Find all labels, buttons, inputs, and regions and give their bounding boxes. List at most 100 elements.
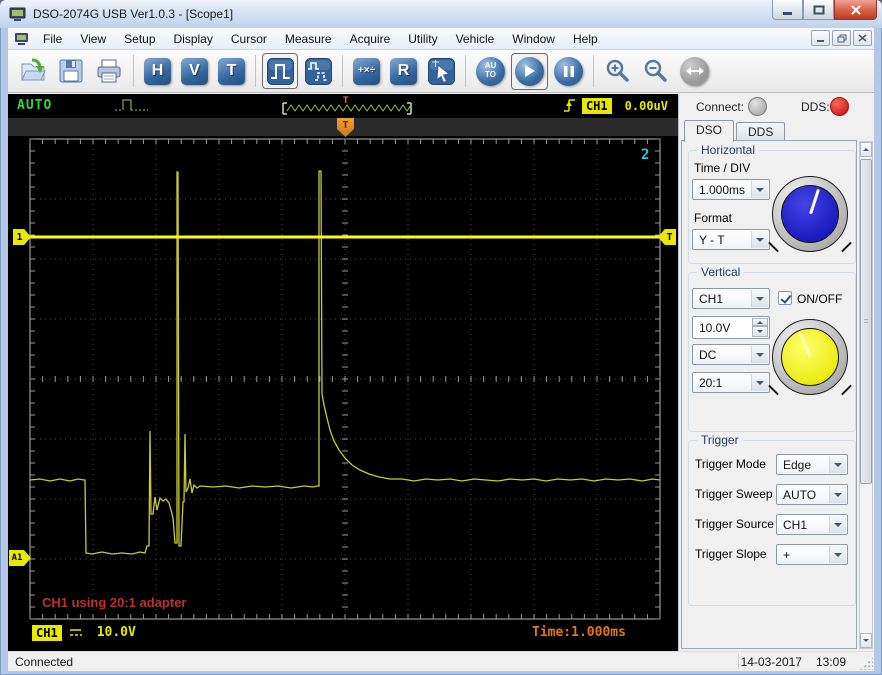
menu-item-view[interactable]: View — [71, 29, 115, 49]
open-button[interactable] — [19, 57, 47, 85]
control-panel: Connect: DDS: DSO DDS Horizontal Time / … — [678, 94, 874, 651]
toolbar-separator — [465, 55, 466, 87]
reference-label: R — [397, 62, 410, 79]
channel-select[interactable]: CH1 — [692, 288, 770, 309]
tab-dds[interactable]: DDS — [736, 122, 786, 141]
trigger-row-label: Trigger Sweep — [695, 487, 773, 501]
menu-item-setup[interactable]: Setup — [115, 29, 164, 49]
connection-status-row: Connect: DDS: — [679, 96, 874, 118]
trigger-readout: CH1 0.00uV — [563, 97, 668, 114]
chevron-down-icon[interactable] — [829, 486, 846, 503]
save-button[interactable] — [57, 57, 85, 85]
chevron-down-icon[interactable] — [829, 456, 846, 473]
rising-edge-icon — [563, 99, 575, 112]
toolbar-separator — [255, 55, 256, 87]
volts-div-stepper[interactable]: 10.0V — [692, 316, 770, 339]
connect-label: Connect: — [696, 100, 745, 114]
waveform-preview-bar[interactable]: T — [274, 95, 420, 116]
resize-grip[interactable] — [860, 657, 873, 670]
probe-ratio-select[interactable]: 20:1 — [692, 372, 770, 393]
chevron-down-icon[interactable] — [829, 516, 846, 533]
mdi-close-button[interactable] — [853, 30, 872, 46]
adapter-note: CH1 using 20:1 adapter — [42, 595, 187, 610]
chevron-down-icon[interactable] — [751, 346, 768, 363]
toolbar-separator — [593, 55, 594, 87]
chevron-down-icon[interactable] — [751, 374, 768, 391]
vertical-setup-button[interactable]: V — [181, 57, 208, 85]
menu-item-file[interactable]: File — [34, 29, 71, 49]
channel-onoff-checkbox[interactable] — [778, 291, 792, 305]
single-pulse-button[interactable] — [266, 57, 294, 85]
chevron-down-icon[interactable] — [751, 290, 768, 307]
toolbar-separator — [133, 55, 134, 87]
print-button[interactable] — [95, 57, 123, 85]
chevron-down-icon[interactable] — [829, 546, 846, 563]
scope-grid-canvas — [8, 118, 678, 620]
minimize-button[interactable] — [772, 0, 803, 20]
document-icon — [15, 32, 28, 45]
vertical-knob[interactable] — [772, 319, 848, 395]
scroll-up-icon[interactable] — [860, 142, 872, 157]
menu-item-display[interactable]: Display — [165, 29, 222, 49]
math-button[interactable]: +×÷ — [353, 57, 380, 85]
close-button[interactable] — [834, 0, 877, 20]
menu-item-vehicle[interactable]: Vehicle — [447, 29, 504, 49]
trigger-source-select[interactable]: CH1 — [776, 514, 848, 535]
trigger-slope-select[interactable]: + — [776, 544, 848, 565]
menu-item-help[interactable]: Help — [564, 29, 607, 49]
mdi-minimize-button[interactable] — [811, 30, 830, 46]
menu-item-utility[interactable]: Utility — [399, 29, 446, 49]
mdi-restore-button[interactable] — [832, 30, 851, 46]
menu-item-cursor[interactable]: Cursor — [222, 29, 276, 49]
menu-bar: File View Setup Display Cursor Measure Acquire… — [8, 28, 874, 50]
math-label: +×÷ — [357, 65, 376, 76]
spin-down-icon[interactable] — [752, 326, 768, 337]
trigger-mode-select[interactable]: Edge — [776, 454, 848, 475]
menu-item-window[interactable]: Window — [503, 29, 564, 49]
trigger-level-label: T — [666, 231, 673, 243]
workspace: AUTO T CH1 0.00uV 1 A1 T T 2 CH1 using 2… — [8, 94, 874, 651]
trigger-setup-button[interactable]: T — [218, 57, 245, 85]
trigger-row-value: CH1 — [783, 517, 808, 532]
title-bar: DSO-2074G USB Ver1.0.3 - [Scope1] — [0, 0, 882, 28]
zoom-in-button[interactable] — [604, 57, 632, 85]
chevron-down-icon[interactable] — [751, 181, 768, 198]
trigger-row-label: Trigger Source — [695, 517, 774, 531]
status-time: 13:09 — [815, 655, 846, 669]
dual-pulse-button[interactable] — [304, 57, 332, 85]
chevron-down-icon[interactable] — [751, 231, 768, 248]
pan-button[interactable] — [680, 56, 709, 86]
reference-button[interactable]: R — [390, 57, 417, 85]
spin-up-icon[interactable] — [752, 318, 768, 326]
status-bar: Connected 14-03-2017 13:09 — [8, 651, 874, 671]
cursor-button[interactable] — [427, 57, 455, 85]
ch1-marker-label: 1 — [16, 231, 23, 243]
trigger-level-value: 0.00uV — [624, 98, 668, 113]
panel-scrollbar[interactable] — [859, 141, 873, 649]
trigger-group-title: Trigger — [697, 433, 743, 447]
maximize-button[interactable] — [803, 0, 834, 20]
horizontal-knob[interactable] — [772, 176, 848, 252]
time-readout: Time:1.000ms — [532, 625, 626, 640]
menu-item-acquire[interactable]: Acquire — [341, 29, 400, 49]
trigger-row-label: Trigger Mode — [695, 457, 766, 471]
coupling-value: DC — [699, 347, 717, 362]
time-div-select[interactable]: 1.000ms — [692, 179, 770, 200]
coupling-select[interactable]: DC — [692, 344, 770, 365]
toolbar-separator — [342, 55, 343, 87]
horizontal-setup-label: H — [151, 62, 164, 79]
tab-dso[interactable]: DSO — [684, 120, 735, 142]
scroll-down-icon[interactable] — [860, 633, 872, 648]
horizontal-setup-button[interactable]: H — [144, 57, 171, 85]
client-area: File View Setup Display Cursor Measure Acquire… — [8, 28, 874, 651]
trigger-sweep-select[interactable]: AUTO — [776, 484, 848, 505]
pause-button[interactable] — [554, 56, 583, 86]
scrollbar-thumb[interactable] — [860, 159, 872, 484]
menu-item-measure[interactable]: Measure — [276, 29, 341, 49]
trigger-pulse-icon — [115, 99, 148, 111]
auto-set-button[interactable]: AU TO — [476, 56, 505, 86]
channel2-indicator: 2 — [641, 147, 650, 163]
format-select[interactable]: Y - T — [692, 229, 770, 250]
zoom-out-button[interactable] — [642, 57, 670, 85]
play-button[interactable] — [515, 56, 544, 86]
